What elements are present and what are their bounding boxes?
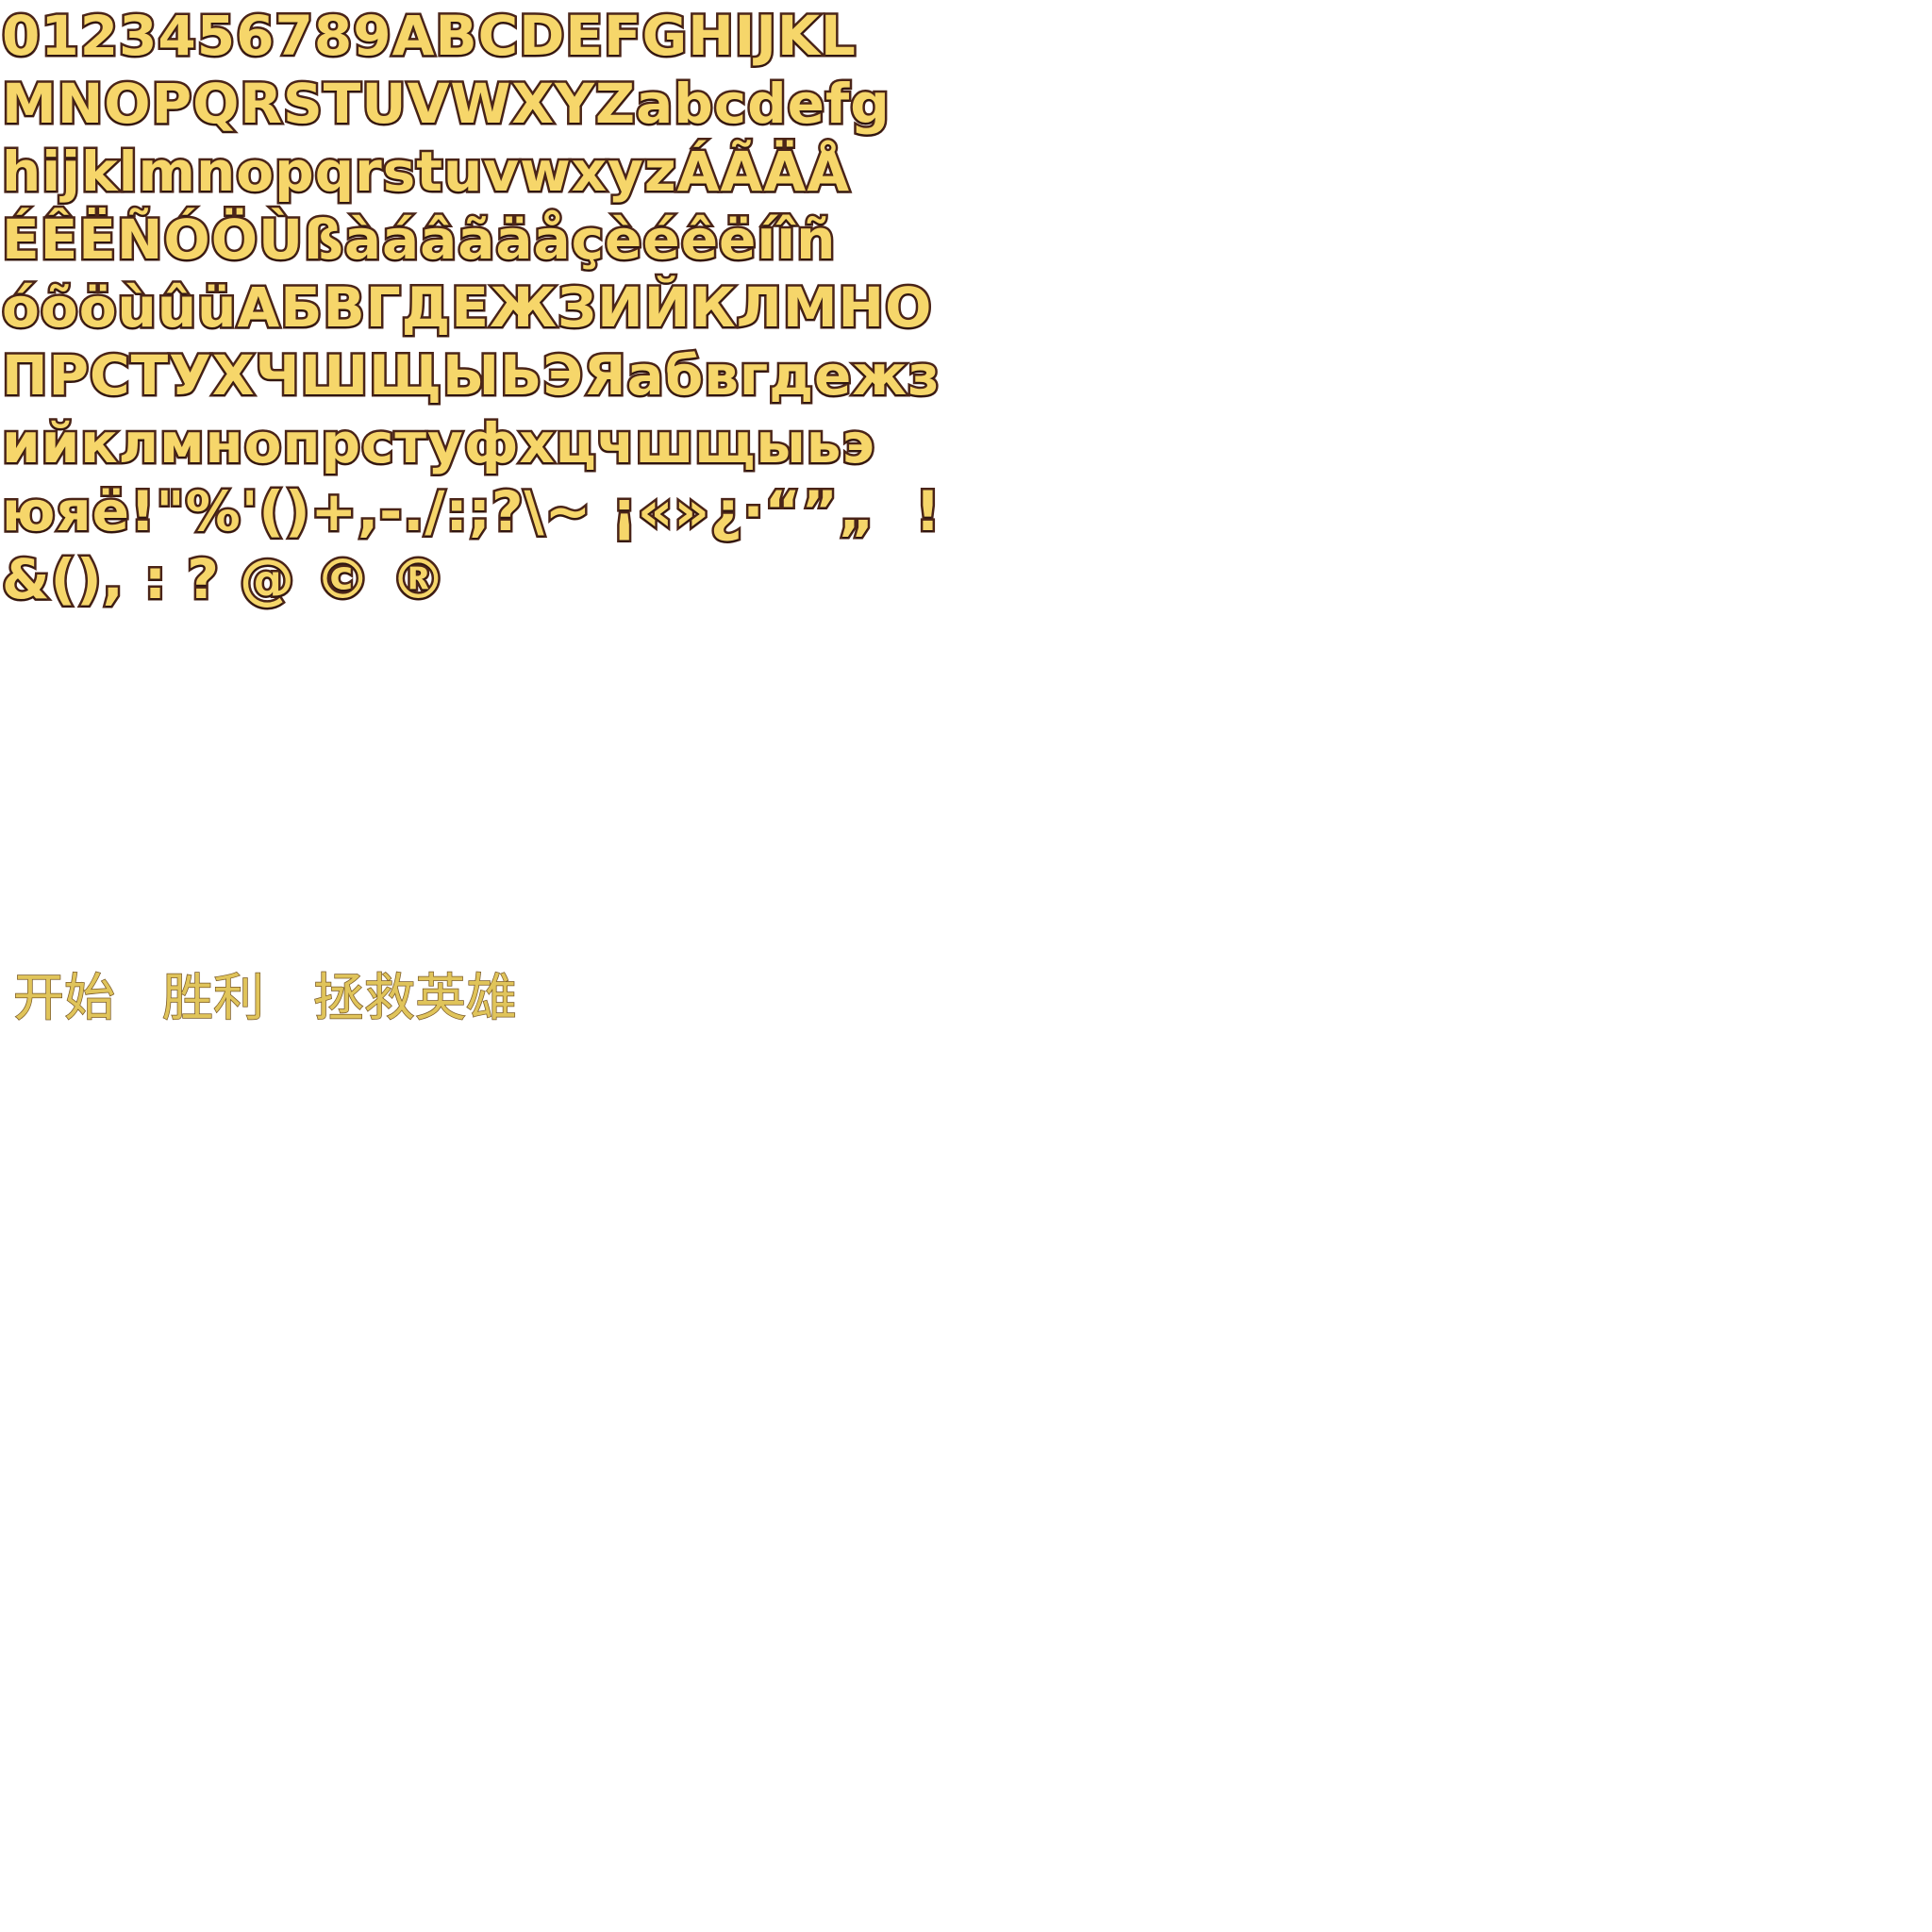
- glyph-row-5: óõöùûüАБВГДЕЖЗИЙКЛМНО: [0, 274, 934, 342]
- glyph-row-4: ÉÊËÑÓÖÙßàáâãäåçèéêëíîñ: [0, 206, 838, 275]
- font-atlas-sheet: 0123456789ABCDEFGHIJKL MNOPQRSTUVWXYZabc…: [0, 0, 1932, 1932]
- glyph-row-7: ийклмнопрстуфхцчшщыьэ: [0, 409, 876, 478]
- glyph-row-9: &(), : ? @ © ®: [0, 545, 448, 614]
- glyph-row-6: ПРСТУХЧШЩЫЬЭЯабвгдежз: [0, 341, 941, 410]
- rescue-hero-label: 拯救英雄: [312, 967, 518, 1028]
- start-label: 开始: [12, 967, 116, 1028]
- victory-label: 胜利: [161, 967, 265, 1028]
- glyph-row-3: hijklmnopqrstuvwxyzÁÃÄÅ: [0, 138, 852, 207]
- glyph-row-2: MNOPQRSTUVWXYZabcdefg: [0, 70, 891, 139]
- glyph-row-8: юяё!"%'()+,-./:;?\~ ¡«»¿·“”„ !: [0, 477, 942, 546]
- glyph-row-1: 0123456789ABCDEFGHIJKL: [0, 2, 858, 71]
